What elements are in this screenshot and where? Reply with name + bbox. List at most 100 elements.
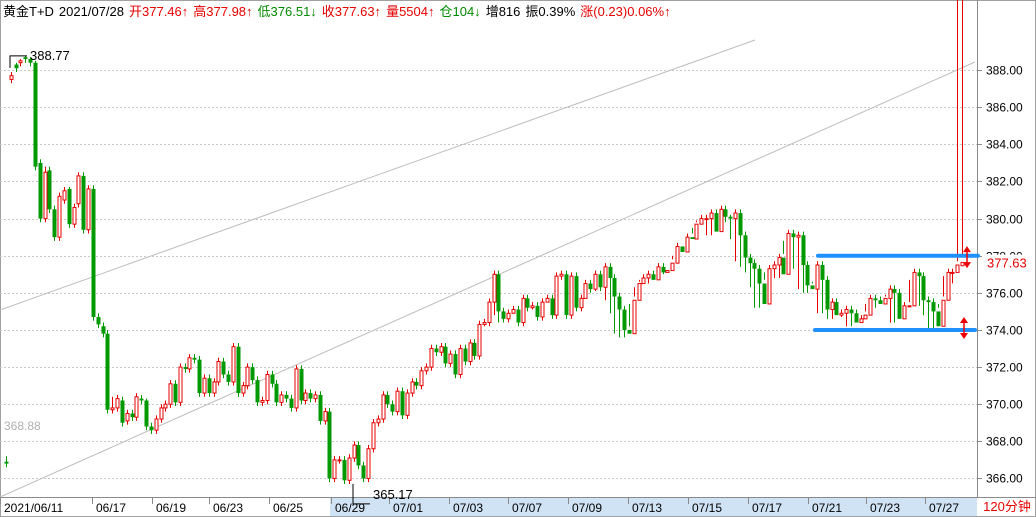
candle	[912, 268, 917, 307]
candle-body	[617, 296, 622, 310]
arrow-down-head	[960, 332, 968, 339]
low-price-label: 365.17	[373, 487, 413, 502]
candle	[477, 320, 482, 360]
candle-body	[86, 188, 91, 231]
candle-body	[405, 392, 410, 416]
candle	[661, 263, 666, 275]
candle	[313, 391, 318, 403]
x-tick-label: 07/15	[692, 501, 722, 515]
candle-body	[685, 236, 690, 253]
candle	[226, 370, 231, 386]
instrument-name: 黄金T+D	[3, 4, 54, 19]
candle	[202, 374, 207, 397]
candle-body	[303, 392, 308, 401]
candle	[728, 214, 733, 240]
candle	[110, 396, 115, 414]
candle	[888, 285, 893, 323]
x-tick-label: 2021/06/11	[4, 501, 63, 515]
candle-body	[105, 333, 110, 410]
candle-body	[43, 171, 48, 220]
candle-body	[859, 318, 864, 324]
candle-body	[540, 301, 545, 318]
candle	[236, 342, 241, 397]
candle-body	[960, 262, 965, 267]
x-tick-label: 06/23	[213, 501, 243, 515]
candle-body	[356, 445, 361, 466]
candle-body	[762, 283, 767, 304]
arrow-up-head	[963, 246, 971, 253]
candle-body	[400, 391, 405, 416]
candle-body	[492, 273, 497, 303]
y-tick-label: 370.00	[986, 398, 1023, 412]
candle	[125, 409, 130, 425]
candle-body	[361, 465, 366, 479]
candle	[105, 329, 110, 414]
x-tick-label: 07/17	[752, 501, 782, 515]
open-price: 开377.46↑	[129, 4, 189, 19]
x-tick-label: 07/13	[632, 501, 662, 515]
candle	[733, 209, 738, 262]
candle-body	[839, 312, 844, 316]
candle-body	[342, 459, 347, 481]
candle-body	[863, 314, 868, 320]
candle-body	[777, 257, 782, 266]
candle-body	[564, 274, 569, 316]
candle	[863, 303, 868, 320]
candle-body	[279, 394, 284, 403]
candle-body	[521, 297, 526, 324]
candle-body	[472, 342, 477, 356]
candle	[458, 344, 463, 379]
candle-body	[694, 223, 699, 240]
candle	[637, 279, 642, 301]
candle-body	[236, 346, 241, 394]
candle	[429, 344, 434, 371]
candle-body	[183, 367, 188, 369]
candle-body	[878, 300, 883, 304]
candle	[410, 378, 415, 397]
candle-body	[854, 313, 859, 323]
candle	[569, 272, 574, 319]
candle	[134, 393, 139, 421]
x-tick-label: 07/27	[929, 501, 959, 515]
candle	[472, 339, 477, 360]
candle-body	[144, 400, 149, 427]
candlestick-chart: 366.00368.00370.00372.00374.00376.00378.…	[0, 0, 1036, 517]
candle	[579, 294, 584, 312]
candle-body	[902, 305, 907, 320]
candle-body	[946, 271, 951, 301]
candle-body	[216, 361, 221, 383]
candle-body	[926, 300, 931, 303]
candle	[43, 166, 48, 223]
candle	[207, 374, 212, 397]
candle-body	[96, 316, 101, 325]
candle	[612, 274, 617, 334]
candle	[670, 255, 675, 272]
candle-body	[815, 264, 820, 290]
reference-price-label: 368.88	[4, 419, 41, 433]
candle-body	[429, 348, 434, 368]
candle-body	[323, 411, 328, 422]
candle	[743, 231, 748, 273]
candle-body	[57, 195, 62, 238]
candle-body	[241, 385, 246, 394]
candle	[294, 365, 299, 412]
candle-body	[781, 257, 786, 275]
candle-body	[187, 357, 192, 370]
candle	[332, 456, 337, 483]
candle-body	[699, 218, 704, 225]
candle	[327, 407, 332, 483]
candle	[371, 419, 376, 453]
timeframe-selector[interactable]: 120分钟	[979, 498, 1035, 516]
candle-body	[588, 283, 593, 290]
candle-body	[453, 354, 458, 375]
candle	[139, 394, 144, 405]
candle	[777, 253, 782, 278]
candle-body	[892, 289, 897, 293]
x-tick-label: 06/17	[96, 501, 126, 515]
candle	[178, 363, 183, 407]
candle	[439, 342, 444, 356]
price-change: 涨(0.23)0.06%↑	[580, 4, 671, 19]
candle-body	[955, 264, 960, 273]
overlays: 388.77 365.17 368.88 377.63	[4, 48, 1032, 505]
candle	[834, 298, 839, 316]
